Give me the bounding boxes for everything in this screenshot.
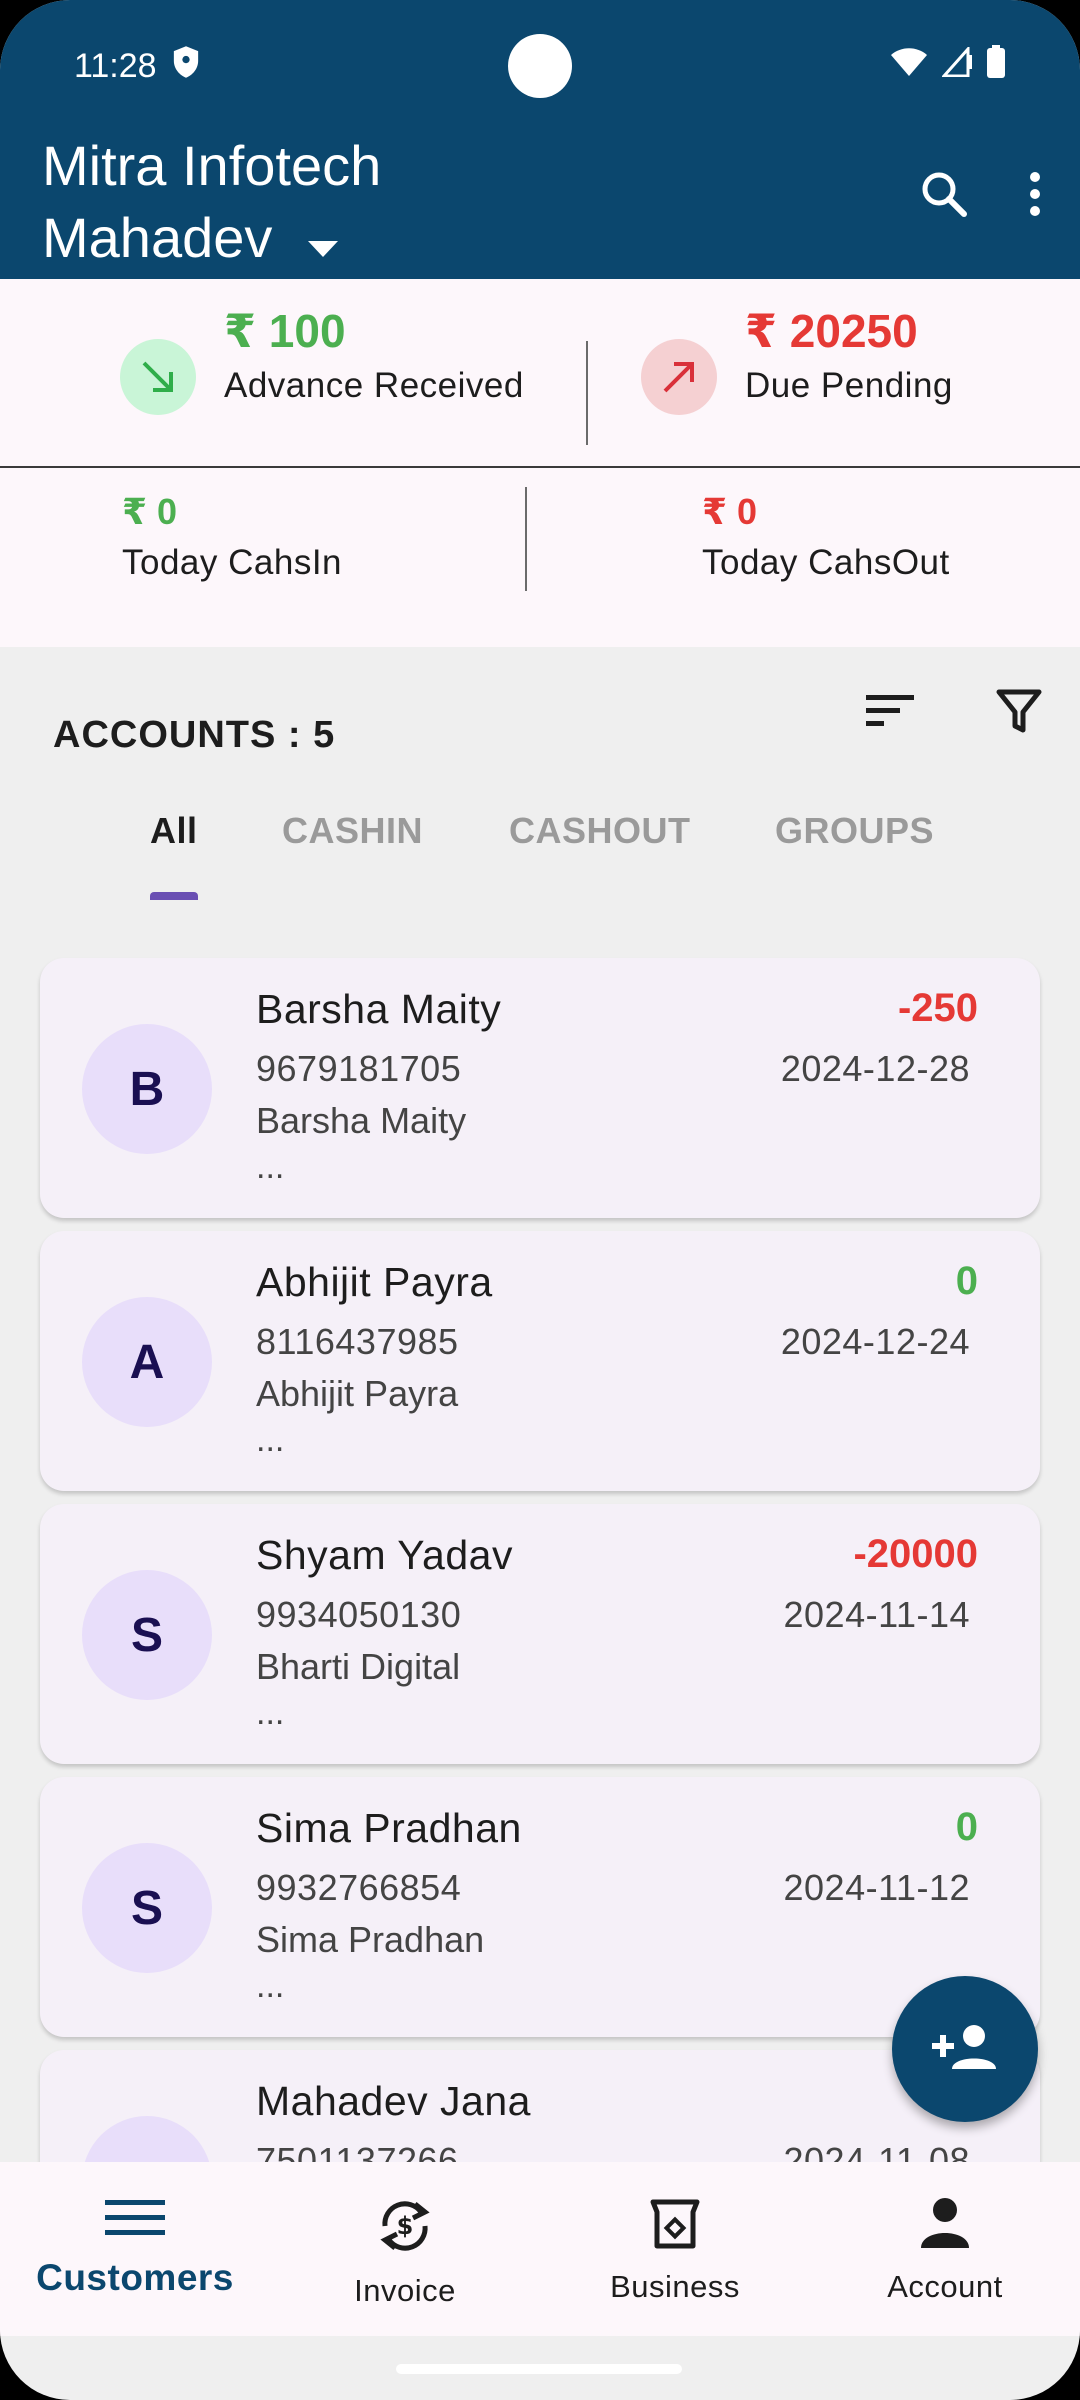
today-cashout[interactable]: ₹ 0 Today CahsOut [702,491,950,583]
arrow-down-right-icon [120,339,196,415]
nav-invoice[interactable]: $ Invoice [270,2162,540,2336]
battery-icon [986,44,1006,88]
customer-phone: 9934050130 [256,1594,462,1635]
cashin-amount: ₹ 0 [122,491,178,532]
customer-name: Sima Pradhan [256,1805,522,1851]
cashout-label: Today CahsOut [702,543,950,582]
customer-more: ... [256,1148,285,1186]
invoice-sync-icon: $ [375,2196,435,2261]
due-pending[interactable]: ₹ 20250 Due Pending [641,305,953,415]
customer-balance: 0 [955,1259,978,1303]
customer-card[interactable]: B Barsha Maity 9679181705 Barsha Maity .… [40,958,1040,1218]
customer-date: 2024-11-14 [783,1594,970,1635]
status-time: 11:28 [74,46,157,85]
customer-phone: 9679181705 [256,1048,462,1089]
nav-label: Account [887,2269,1003,2304]
nav-customers[interactable]: Customers [0,2162,270,2336]
customer-business: Barsha Maity [256,1100,467,1141]
tab-indicator [150,892,198,900]
nav-label: Customers [36,2257,234,2298]
app-screen: 11:28 Mitra Infotech Mahadev ₹ 100 Advan… [0,0,1080,2400]
customer-phone: 9932766854 [256,1867,462,1908]
customer-more: ... [256,1421,285,1459]
avatar: B [82,1024,212,1154]
tab-groups[interactable]: GROUPS [775,810,934,852]
title-line1: Mitra Infotech [42,134,382,197]
cashout-amount: ₹ 0 [702,491,758,532]
accounts-count: ACCOUNTS : 5 [53,714,336,756]
app-bar: 11:28 Mitra Infotech Mahadev [0,0,1080,279]
store-icon [647,2196,703,2257]
customer-name: Mahadev Jana [256,2078,531,2124]
cashin-label: Today CahsIn [122,543,343,582]
wifi-icon [890,47,928,86]
search-icon[interactable] [920,170,968,218]
customer-phone: 8116437985 [256,1321,459,1362]
customer-business: Bharti Digital [256,1646,461,1687]
customer-more: ... [256,1967,285,2005]
nav-label: Business [610,2269,740,2304]
customer-balance: 0 [955,1805,978,1849]
customer-business: Abhijit Payra [256,1373,459,1414]
more-vert-icon[interactable] [1028,170,1042,218]
advance-label: Advance Received [224,366,524,405]
divider [525,487,527,591]
bottom-navigation: Customers $ Invoice Business Account [0,2162,1080,2336]
business-title[interactable]: Mitra Infotech Mahadev [42,130,381,274]
signal-icon [940,44,972,86]
status-bar: 11:28 [74,44,1006,88]
customer-balance: -20000 [853,1532,978,1576]
divider [586,341,588,445]
due-amount: ₹ 20250 [745,305,918,357]
customer-card[interactable]: S Sima Pradhan 9932766854 Sima Pradhan .… [40,1777,1040,2037]
nav-label: Invoice [354,2273,456,2308]
customer-more: ... [256,1694,285,1732]
tab-cashout[interactable]: CASHOUT [509,810,691,852]
arrow-up-right-icon [641,339,717,415]
customer-date: 2024-12-24 [780,1321,970,1362]
nav-business[interactable]: Business [540,2162,810,2336]
customer-balance: -250 [897,986,978,1030]
summary-panel: ₹ 100 Advance Received ₹ 20250 Due Pendi… [0,279,1080,647]
account-tabs: All CASHIN CASHOUT GROUPS [0,800,1080,900]
customer-card[interactable]: S Shyam Yadav 9934050130 Bharti Digital … [40,1504,1040,1764]
tab-all[interactable]: All [150,810,198,852]
customer-business: Sima Pradhan [256,1919,485,1960]
due-label: Due Pending [745,366,953,405]
avatar: S [82,1843,212,1973]
customer-card[interactable]: A Abhijit Payra 8116437985 Abhijit Payra… [40,1231,1040,1491]
add-customer-button[interactable] [892,1976,1038,2122]
avatar: A [82,1297,212,1427]
advance-received[interactable]: ₹ 100 Advance Received [120,305,524,415]
menu-icon [105,2196,165,2245]
dropdown-arrow-icon[interactable] [308,202,339,274]
home-indicator[interactable] [396,2364,682,2374]
customer-name: Abhijit Payra [256,1259,493,1305]
customer-date: 2024-12-28 [780,1048,970,1089]
person-icon [919,2196,971,2257]
customer-name: Shyam Yadav [256,1532,513,1578]
svg-text:$: $ [397,2212,414,2240]
filter-icon[interactable] [996,688,1042,734]
advance-amount: ₹ 100 [224,305,346,357]
customer-date: 2024-11-12 [783,1867,970,1908]
title-line2: Mahadev [42,206,273,269]
sort-icon[interactable] [864,691,916,731]
avatar: S [82,1570,212,1700]
person-add-icon [932,2023,998,2076]
tab-cashin[interactable]: CASHIN [282,810,423,852]
today-cashin[interactable]: ₹ 0 Today CahsIn [122,491,342,583]
nav-account[interactable]: Account [810,2162,1080,2336]
customer-name: Barsha Maity [256,986,502,1032]
shield-icon [171,45,201,88]
